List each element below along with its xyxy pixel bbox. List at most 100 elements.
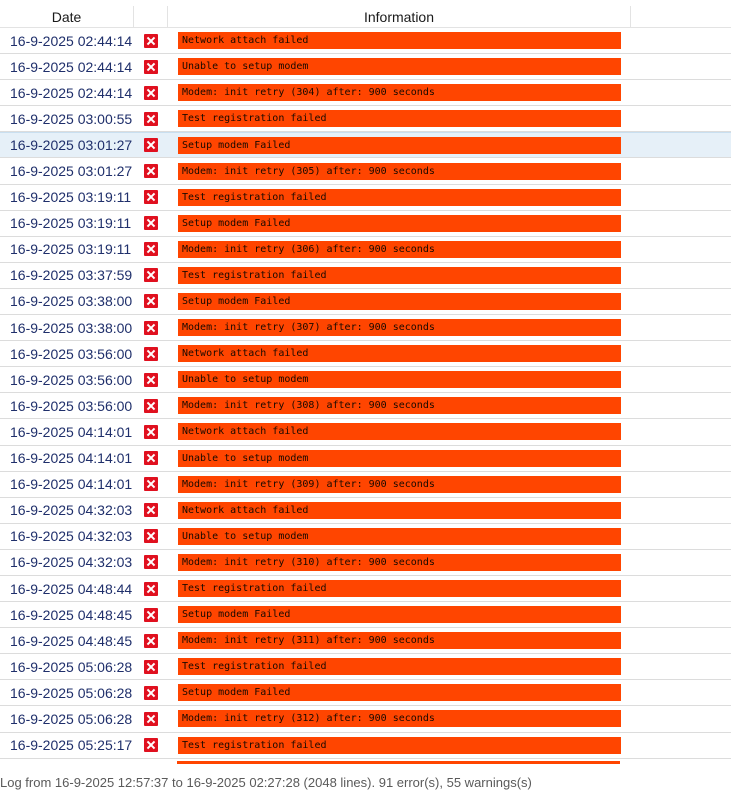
table-row[interactable]: 16-9-2025 03:19:11 Modem: init retry (306… <box>0 236 731 263</box>
table-row[interactable]: 16-9-2025 05:25:17 Test registration fail… <box>0 732 731 759</box>
row-information: Test registration failed <box>168 266 631 284</box>
error-message: Unable to setup modem <box>178 527 621 545</box>
error-icon <box>144 33 158 48</box>
status-bar: Log from 16-9-2025 12:57:37 to 16-9-2025… <box>0 775 532 790</box>
row-icon-cell <box>134 85 168 100</box>
row-information: Setup modem Failed <box>168 214 631 232</box>
table-row[interactable]: 16-9-2025 04:32:03 Network attach failed <box>0 497 731 524</box>
error-message: Network attach failed <box>178 32 621 50</box>
column-header-icon[interactable] <box>134 6 168 27</box>
error-message: Test registration failed <box>178 266 621 284</box>
table-row[interactable]: 16-9-2025 04:48:45 Setup modem Failed <box>0 602 731 629</box>
error-icon <box>144 320 158 335</box>
row-icon-cell <box>134 138 168 153</box>
error-icon <box>144 659 158 674</box>
row-icon-cell <box>134 111 168 126</box>
row-date: 16-9-2025 05:06:28 <box>10 684 133 701</box>
error-icon <box>144 581 158 596</box>
row-date: 16-9-2025 04:32:03 <box>10 554 133 571</box>
error-message: Modem: init retry (305) after: 900 secon… <box>178 162 621 180</box>
table-row[interactable]: 16-9-2025 03:01:27 Modem: init retry (305… <box>0 158 731 185</box>
error-icon <box>144 346 158 361</box>
row-information: Modem: init retry (310) after: 900 secon… <box>168 553 631 571</box>
row-icon-cell <box>134 633 168 648</box>
row-icon-cell <box>134 685 168 700</box>
error-message: Setup modem Failed <box>178 606 621 624</box>
table-row[interactable]: 16-9-2025 02:44:14 Network attach failed <box>0 28 731 55</box>
error-message: Setup modem Failed <box>178 684 621 702</box>
column-header-information[interactable]: Information <box>168 6 631 27</box>
error-icon <box>144 555 158 570</box>
column-header-date[interactable]: Date <box>0 6 134 27</box>
row-information: Test registration failed <box>168 110 631 128</box>
table-row[interactable]: 16-9-2025 03:00:55 Test registration fail… <box>0 106 731 133</box>
table-row[interactable]: 16-9-2025 04:32:03 Unable to setup modem <box>0 523 731 550</box>
row-date: 16-9-2025 05:25:17 <box>10 737 133 754</box>
row-date: 16-9-2025 03:38:00 <box>10 293 133 310</box>
row-icon-cell <box>134 451 168 466</box>
row-icon-cell <box>134 59 168 74</box>
log-grid[interactable]: Date Information 16-9-2025 02:44:14 Netwo… <box>0 6 731 767</box>
table-row[interactable]: 16-9-2025 03:38:00 Modem: init retry (307… <box>0 315 731 342</box>
error-icon <box>144 59 158 74</box>
error-icon <box>144 633 158 648</box>
error-icon <box>144 477 158 492</box>
error-message: Network attach failed <box>178 345 621 363</box>
error-icon <box>144 424 158 439</box>
row-date: 16-9-2025 03:19:11 <box>10 189 132 206</box>
row-information: Setup modem Failed <box>168 136 631 154</box>
row-information: Modem: init retry (305) after: 900 secon… <box>168 162 631 180</box>
row-date: 16-9-2025 03:37:59 <box>10 267 133 284</box>
row-information: Network attach failed <box>168 423 631 441</box>
error-icon <box>144 164 158 179</box>
row-information: Test registration failed <box>168 188 631 206</box>
table-row[interactable]: 16-9-2025 04:14:01 Network attach failed <box>0 419 731 446</box>
table-row[interactable]: 16-9-2025 03:19:11 Setup modem Failed <box>0 210 731 237</box>
table-row[interactable]: 16-9-2025 04:14:01 Modem: init retry (309… <box>0 471 731 498</box>
row-date: 16-9-2025 04:48:45 <box>10 632 133 649</box>
table-row[interactable]: 16-9-2025 05:06:28 Modem: init retry (312… <box>0 706 731 733</box>
row-information: Modem: init retry (304) after: 900 secon… <box>168 84 631 102</box>
table-row[interactable]: 16-9-2025 03:38:00 Setup modem Failed <box>0 288 731 316</box>
error-message: Test registration failed <box>178 736 621 754</box>
table-row[interactable]: 16-9-2025 04:32:03 Modem: init retry (310… <box>0 549 731 576</box>
table-row[interactable]: 16-9-2025 02:44:14 Unable to setup modem <box>0 54 731 81</box>
table-row[interactable]: 16-9-2025 03:56:00 Network attach failed <box>0 341 731 368</box>
row-date: 16-9-2025 04:14:01 <box>10 450 133 467</box>
row-date: 16-9-2025 03:01:27 <box>10 163 133 180</box>
error-icon <box>144 398 158 413</box>
error-message: Setup modem Failed <box>178 214 621 232</box>
grid-header: Date Information <box>0 6 731 28</box>
table-row[interactable]: 16-9-2025 03:56:00 Unable to setup modem <box>0 367 731 394</box>
row-icon-cell <box>134 581 168 596</box>
row-icon-cell <box>134 659 168 674</box>
table-row[interactable]: 16-9-2025 03:37:59 Test registration fail… <box>0 262 731 289</box>
error-message: Test registration failed <box>178 658 621 676</box>
error-icon <box>144 607 158 622</box>
log-viewer-window: Date Information 16-9-2025 02:44:14 Netwo… <box>0 0 731 800</box>
table-row[interactable]: 16-9-2025 05:06:28 Setup modem Failed <box>0 680 731 707</box>
row-date: 16-9-2025 02:44:14 <box>10 58 133 75</box>
row-information: Unable to setup modem <box>168 58 631 76</box>
row-date: 16-9-2025 03:19:11 <box>10 241 132 258</box>
row-date: 16-9-2025 05:06:28 <box>10 658 133 675</box>
table-row[interactable]: 16-9-2025 03:19:11 Test registration fail… <box>0 184 731 211</box>
table-row[interactable]: 16-9-2025 04:48:45 Modem: init retry (311… <box>0 628 731 655</box>
row-information: Modem: init retry (306) after: 900 secon… <box>168 240 631 258</box>
table-row[interactable]: 16-9-2025 05:06:28 Test registration fail… <box>0 654 731 681</box>
error-icon <box>144 685 158 700</box>
row-icon-cell <box>134 242 168 257</box>
table-row[interactable]: 16-9-2025 03:01:27 Setup modem Failed <box>0 132 731 159</box>
error-message: Modem: init retry (312) after: 900 secon… <box>178 710 621 728</box>
row-information: Network attach failed <box>168 32 631 50</box>
row-date: 16-9-2025 05:06:28 <box>10 710 133 727</box>
error-message: Modem: init retry (310) after: 900 secon… <box>178 553 621 571</box>
table-row[interactable]: 16-9-2025 03:56:00 Modem: init retry (308… <box>0 393 731 420</box>
table-row[interactable]: 16-9-2025 04:14:01 Unable to setup modem <box>0 445 731 472</box>
row-date: 16-9-2025 04:48:44 <box>10 580 133 597</box>
row-icon-cell <box>134 711 168 726</box>
row-icon-cell <box>134 529 168 544</box>
row-date: 16-9-2025 03:56:00 <box>10 397 133 414</box>
table-row[interactable]: 16-9-2025 04:48:44 Test registration fail… <box>0 575 731 603</box>
table-row[interactable]: 16-9-2025 02:44:14 Modem: init retry (304… <box>0 80 731 107</box>
